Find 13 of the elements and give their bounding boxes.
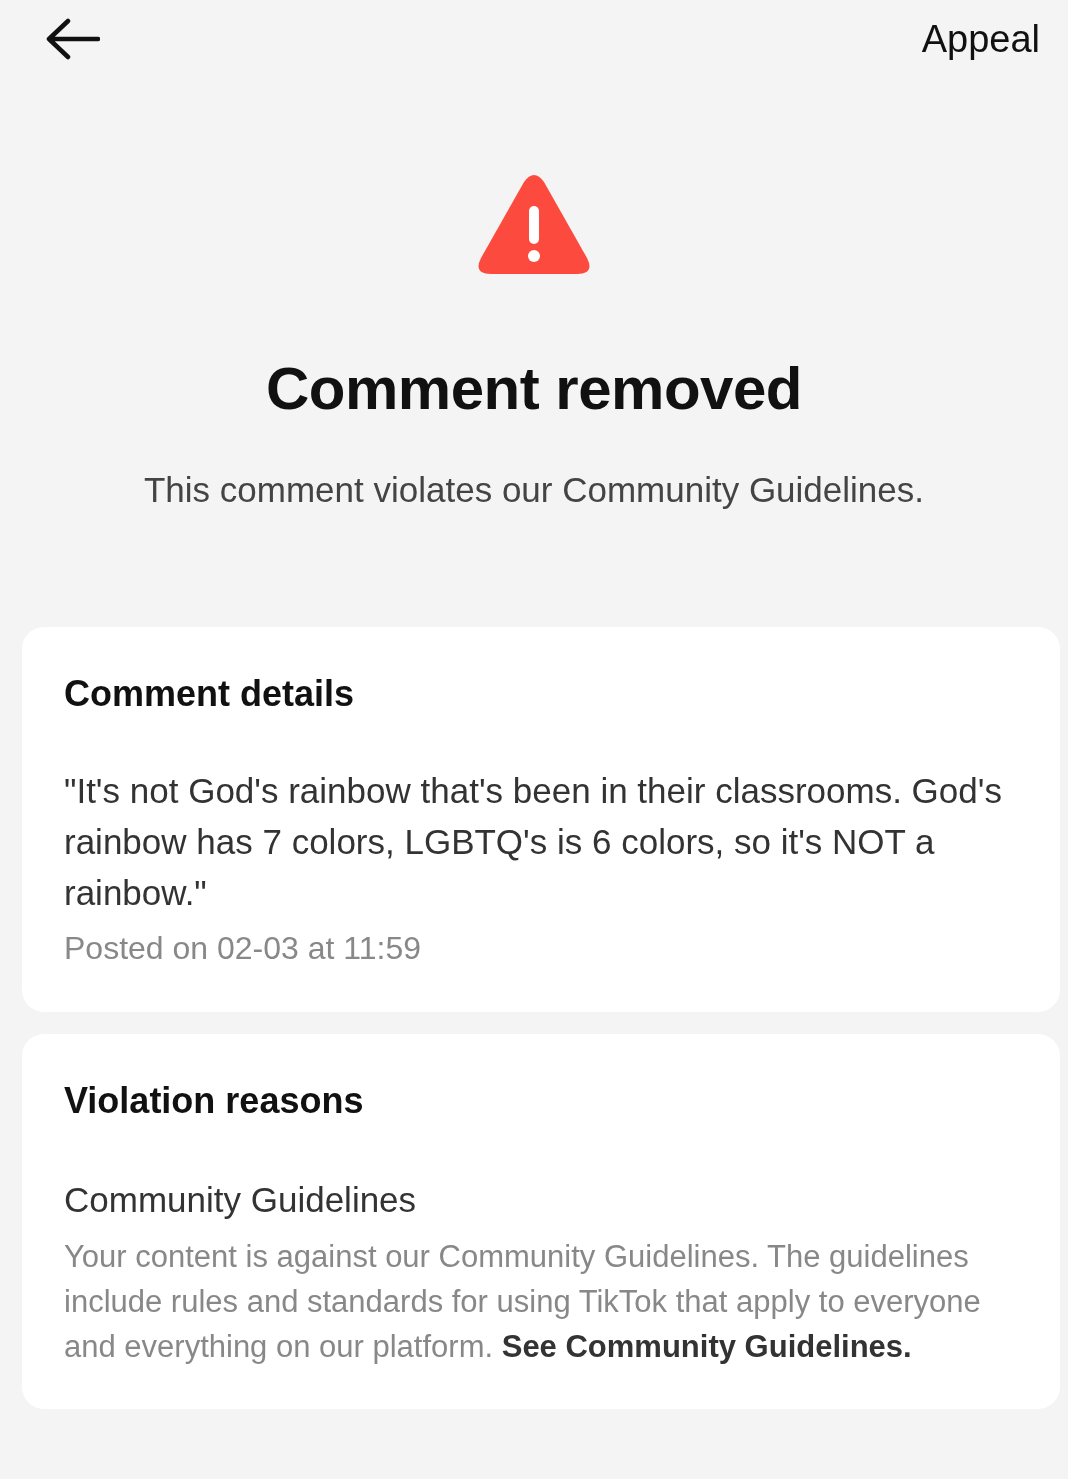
card-heading: Comment details: [64, 671, 356, 716]
warning-icon: [477, 174, 591, 276]
comment-text: "It's not God's rainbow that's been in their classrooms. God's rainbow has 7 colors, LGBTQ's is 6 colors, so it's NOT a rainbow.": [64, 769, 1003, 914]
back-button[interactable]: [44, 17, 100, 61]
posted-date: Posted on 02-03 at 11:59: [64, 928, 422, 968]
guidelines-link[interactable]: See Community Guidelines.: [501, 1329, 912, 1364]
back-arrow-icon: [44, 17, 100, 61]
page-title: Comment removed: [265, 354, 803, 424]
reason-title: Community Guidelines: [64, 1178, 418, 1221]
card-heading: Violation reasons: [64, 1078, 365, 1123]
subtitle: This comment violates our Community Guidelines.: [143, 469, 925, 511]
appeal-button[interactable]: Appeal: [921, 10, 1040, 68]
reason-description: Your content is against our Community Guidelines. The guidelines include rules and standards for using TikTok that apply to everyone and everything on our platform. See Community Guidelines.: [64, 1238, 982, 1366]
